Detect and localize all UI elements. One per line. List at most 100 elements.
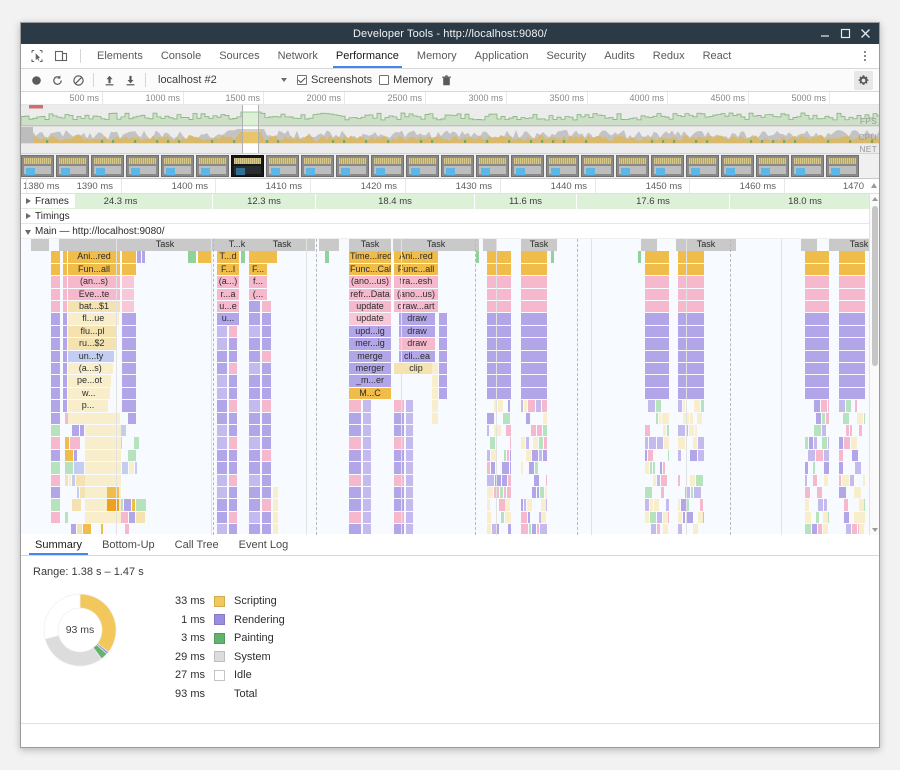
flame-bar-labeled[interactable]: update bbox=[349, 313, 391, 324]
flame-bar[interactable] bbox=[527, 499, 532, 510]
flame-bar[interactable] bbox=[808, 450, 815, 461]
filmstrip-frame[interactable] bbox=[406, 155, 439, 177]
flame-bar[interactable] bbox=[505, 512, 510, 523]
flame-bar[interactable] bbox=[132, 499, 135, 510]
flame-bar-labeled[interactable]: cli...ea bbox=[399, 351, 435, 362]
flame-bar[interactable] bbox=[502, 475, 507, 486]
flame-bar[interactable] bbox=[51, 326, 60, 337]
flame-bar[interactable] bbox=[822, 425, 826, 436]
flame-bar[interactable] bbox=[850, 425, 852, 436]
frames-track[interactable]: 24.3 ms12.3 ms18.4 ms11.6 ms17.6 ms18.0 … bbox=[21, 194, 879, 209]
flame-bar[interactable] bbox=[487, 276, 511, 287]
scroll-up-arrow-icon[interactable] bbox=[871, 183, 877, 188]
flame-bar[interactable] bbox=[678, 499, 680, 510]
flame-bar[interactable] bbox=[439, 363, 447, 374]
flame-bar[interactable] bbox=[526, 413, 530, 424]
paint-marker[interactable] bbox=[551, 251, 554, 262]
flame-bar[interactable] bbox=[864, 413, 865, 424]
filmstrip-frame[interactable] bbox=[301, 155, 334, 177]
flame-bar[interactable] bbox=[521, 264, 547, 275]
flame-bar[interactable] bbox=[262, 363, 271, 374]
flame-bar[interactable] bbox=[690, 475, 695, 486]
flame-bar[interactable] bbox=[406, 487, 413, 498]
flame-bar[interactable] bbox=[394, 413, 404, 424]
flame-bar[interactable] bbox=[487, 326, 511, 337]
flame-bar[interactable] bbox=[249, 425, 260, 436]
flame-bar[interactable] bbox=[536, 400, 541, 411]
flame-bar[interactable] bbox=[122, 400, 136, 411]
flame-bar[interactable] bbox=[63, 375, 67, 386]
flame-bar[interactable] bbox=[678, 326, 704, 337]
flame-bar[interactable] bbox=[663, 462, 665, 473]
flame-bar[interactable] bbox=[521, 338, 547, 349]
flame-bar[interactable] bbox=[508, 475, 511, 486]
task-bar[interactable]: T...k bbox=[226, 239, 248, 251]
flame-bar[interactable] bbox=[805, 437, 808, 448]
flame-bar-labeled[interactable]: Eve...te bbox=[68, 289, 120, 300]
flame-bar[interactable] bbox=[128, 450, 136, 461]
filmstrip-frame[interactable] bbox=[686, 155, 719, 177]
filmstrip-frame[interactable] bbox=[756, 155, 789, 177]
flame-bar[interactable] bbox=[507, 450, 509, 461]
flame-bar[interactable] bbox=[661, 487, 664, 498]
flame-bar[interactable] bbox=[539, 437, 543, 448]
paint-marker[interactable] bbox=[241, 251, 245, 262]
flame-bar-labeled[interactable]: f... bbox=[249, 276, 267, 287]
minimize-icon[interactable] bbox=[820, 28, 831, 39]
flame-bar[interactable] bbox=[363, 462, 371, 473]
flame-bar[interactable] bbox=[134, 437, 139, 448]
flame-bar[interactable] bbox=[65, 450, 73, 461]
flame-bar[interactable] bbox=[69, 475, 71, 486]
flame-bar[interactable] bbox=[521, 301, 547, 312]
filmstrip[interactable] bbox=[21, 154, 879, 179]
flame-bar[interactable] bbox=[432, 388, 438, 399]
drawer-tab-bottom-up[interactable]: Bottom-Up bbox=[92, 534, 165, 555]
reload-record-icon[interactable] bbox=[50, 73, 64, 87]
flame-bar[interactable] bbox=[839, 313, 865, 324]
flame-bar[interactable] bbox=[349, 425, 361, 436]
flame-bar[interactable] bbox=[65, 437, 69, 448]
flame-bar[interactable] bbox=[229, 413, 237, 424]
flame-bar[interactable] bbox=[678, 425, 685, 436]
flame-bar[interactable] bbox=[363, 425, 371, 436]
flame-bar[interactable] bbox=[136, 512, 145, 523]
flame-bar[interactable] bbox=[683, 400, 685, 411]
flame-bar[interactable] bbox=[249, 338, 260, 349]
flame-bar[interactable] bbox=[363, 475, 371, 486]
flame-bar[interactable] bbox=[698, 437, 704, 448]
flame-bar[interactable] bbox=[839, 289, 865, 300]
flame-bar[interactable] bbox=[814, 437, 817, 448]
flame-bar[interactable] bbox=[521, 313, 547, 324]
scroll-down-icon[interactable] bbox=[872, 528, 878, 532]
flame-bar[interactable] bbox=[690, 413, 693, 424]
flame-bar[interactable] bbox=[683, 512, 685, 523]
flame-bar[interactable] bbox=[72, 499, 81, 510]
flame-bar[interactable] bbox=[805, 301, 829, 312]
flame-bar[interactable] bbox=[805, 326, 829, 337]
flame-bar[interactable] bbox=[394, 487, 404, 498]
flame-bar[interactable] bbox=[521, 363, 547, 374]
flame-bar[interactable] bbox=[363, 400, 371, 411]
flame-bar[interactable] bbox=[645, 313, 669, 324]
flame-bar[interactable] bbox=[63, 351, 67, 362]
flame-bar[interactable] bbox=[689, 425, 694, 436]
tab-performance[interactable]: Performance bbox=[327, 44, 408, 68]
flame-bar[interactable] bbox=[535, 462, 538, 473]
flame-bar[interactable] bbox=[487, 338, 511, 349]
flame-bar[interactable] bbox=[262, 450, 271, 461]
flame-bar[interactable] bbox=[487, 450, 490, 461]
main-track[interactable]: Main — http://localhost:9080/ bbox=[21, 224, 879, 239]
collect-garbage-icon[interactable] bbox=[440, 73, 454, 87]
flame-bar[interactable] bbox=[51, 264, 60, 275]
flame-bar[interactable] bbox=[521, 462, 523, 473]
paint-marker[interactable] bbox=[188, 251, 196, 262]
flame-bar-labeled[interactable]: flu...pl bbox=[68, 326, 117, 337]
flame-bar[interactable] bbox=[826, 413, 829, 424]
flame-bar[interactable] bbox=[249, 413, 260, 424]
tab-memory[interactable]: Memory bbox=[408, 44, 466, 68]
task-bar[interactable] bbox=[641, 239, 657, 251]
flame-bar[interactable] bbox=[645, 264, 669, 275]
flame-bar[interactable] bbox=[540, 487, 544, 498]
flame-bar[interactable] bbox=[668, 450, 669, 461]
flame-bar[interactable] bbox=[678, 276, 704, 287]
